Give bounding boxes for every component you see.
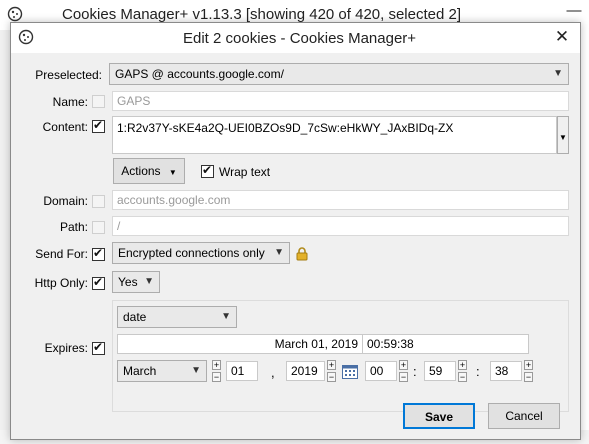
hour-spinner[interactable]: + − (399, 360, 408, 382)
send-for-label: Send For: (35, 247, 88, 261)
send-for-value: Encrypted connections only (118, 246, 265, 260)
http-only-label: Http Only: (34, 276, 88, 290)
month-value: March (123, 364, 157, 378)
content-field[interactable]: 1:R2v37Y-sKE4a2Q-UEI0BZOs9D_7cSw:eHkWY_J… (112, 116, 557, 154)
chevron-down-icon: ▼ (553, 68, 563, 79)
chevron-down-icon: ▼ (168, 168, 177, 177)
minute-field[interactable]: 59 (424, 361, 456, 381)
dialog-titlebar: Edit 2 cookies - Cookies Manager+ ✕ (11, 23, 580, 53)
hour-minute-separator: : (413, 364, 417, 379)
day-field[interactable]: 01 (226, 361, 258, 381)
save-button[interactable]: Save (403, 403, 475, 429)
path-field[interactable]: / (112, 216, 569, 236)
name-field[interactable]: GAPS (112, 91, 569, 111)
chevron-down-icon: ▼ (221, 311, 231, 322)
expires-type-select[interactable]: date ▼ (117, 306, 237, 328)
second-spinner[interactable]: + − (524, 360, 533, 382)
edit-cookies-dialog: Edit 2 cookies - Cookies Manager+ ✕ Pres… (10, 22, 581, 440)
expires-time-field[interactable]: 00:59:38 (362, 334, 529, 354)
expires-type-value: date (123, 310, 147, 324)
chevron-down-icon: ▼ (274, 247, 284, 258)
path-checkbox[interactable] (92, 221, 105, 234)
cookie-icon (18, 29, 34, 48)
lock-icon (296, 247, 308, 264)
expires-date-field[interactable]: March 01, 2019 (117, 334, 363, 354)
name-checkbox[interactable] (92, 95, 105, 108)
http-only-value: Yes (118, 275, 138, 289)
preselected-value: GAPS @ accounts.google.com/ (115, 67, 284, 81)
http-only-select[interactable]: Yes ▼ (112, 271, 160, 293)
cancel-button[interactable]: Cancel (488, 403, 560, 429)
path-label: Path: (59, 220, 88, 234)
second-field[interactable]: 38 (490, 361, 522, 381)
minute-second-separator: : (476, 364, 480, 379)
name-label: Name: (52, 95, 88, 109)
calendar-icon[interactable] (342, 364, 358, 382)
day-spinner[interactable]: + − (212, 360, 221, 382)
domain-checkbox[interactable] (92, 195, 105, 208)
chevron-down-icon: ▼ (144, 276, 154, 287)
wrap-text-checkbox[interactable] (201, 163, 214, 178)
preselected-select[interactable]: GAPS @ accounts.google.com/ ▼ (109, 63, 569, 85)
wrap-text-label: Wrap text (219, 165, 271, 179)
content-label: Content: (42, 120, 88, 134)
domain-field[interactable]: accounts.google.com (112, 190, 569, 210)
content-checkbox[interactable] (92, 118, 105, 133)
send-for-checkbox[interactable] (92, 246, 105, 261)
minute-spinner[interactable]: + − (458, 360, 467, 382)
preselected-label: Preselected: (35, 68, 102, 82)
year-spinner[interactable]: + − (327, 360, 336, 382)
month-select[interactable]: March ▼ (117, 360, 207, 382)
minimize-button[interactable]: — (560, 0, 588, 24)
year-field[interactable]: 2019 (286, 361, 325, 381)
actions-button[interactable]: Actions ▼ (113, 158, 185, 184)
http-only-checkbox[interactable] (92, 275, 105, 290)
content-dropdown-button[interactable]: ▼ (557, 116, 569, 154)
domain-label: Domain: (43, 194, 88, 208)
dialog-title: Edit 2 cookies - Cookies Manager+ (183, 30, 417, 47)
day-year-separator: , (271, 365, 275, 380)
expires-label: Expires: (44, 341, 88, 355)
actions-label: Actions (121, 164, 161, 178)
chevron-down-icon: ▼ (559, 133, 567, 142)
send-for-select[interactable]: Encrypted connections only ▼ (112, 242, 290, 264)
expires-checkbox[interactable] (92, 340, 105, 355)
chevron-down-icon: ▼ (191, 365, 201, 376)
hour-field[interactable]: 00 (365, 361, 397, 381)
background-window-title: Cookies Manager+ v1.13.3 [showing 420 of… (62, 6, 462, 23)
close-button[interactable]: ✕ (544, 23, 580, 51)
